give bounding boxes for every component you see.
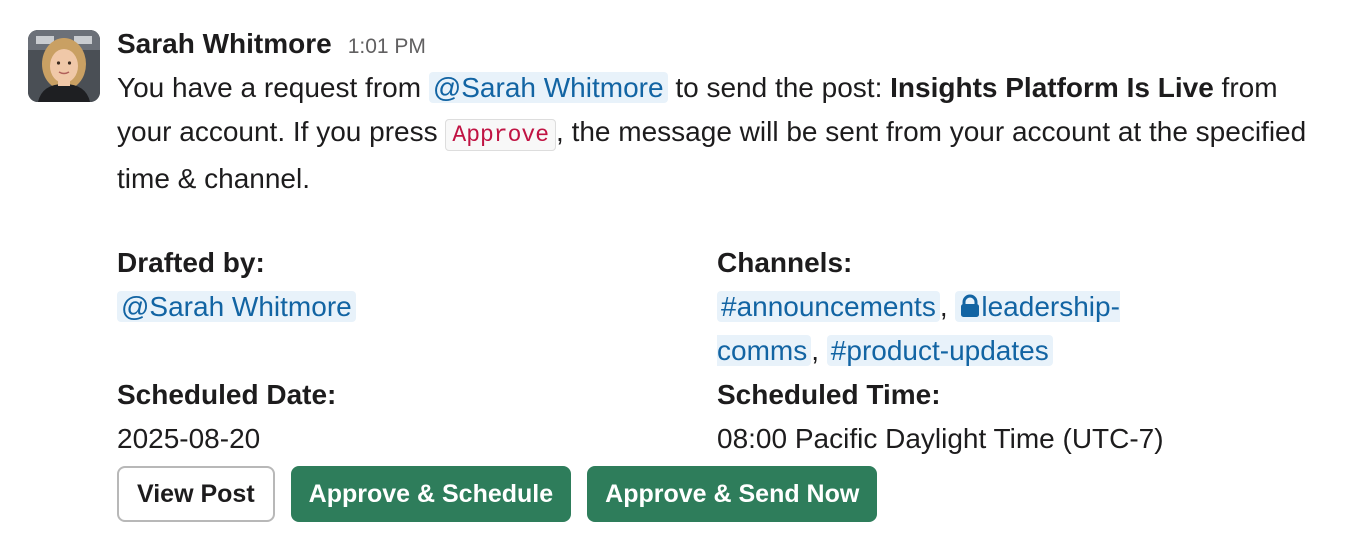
body-text-1: You have a request from (117, 72, 429, 103)
avatar[interactable] (28, 30, 100, 102)
channel-link[interactable]: #announcements (717, 291, 940, 322)
channel-list: #announcements, leadership-comms, #produ… (717, 285, 1197, 373)
field-value: 08:00 Pacific Daylight Time (UTC-7) (717, 423, 1164, 454)
action-buttons: View Post Approve & Schedule Approve & S… (117, 466, 878, 522)
field-drafted-by: Drafted by: @Sarah Whitmore (117, 241, 707, 329)
field-value: 2025-08-20 (117, 423, 261, 454)
field-label: Scheduled Date: (117, 379, 337, 410)
field-scheduled-date: Scheduled Date: 2025-08-20 (117, 373, 707, 461)
field-label: Channels: (717, 247, 853, 278)
separator: , (811, 335, 827, 366)
field-scheduled-time: Scheduled Time: 08:00 Pacific Daylight T… (717, 373, 1307, 461)
field-value: @Sarah Whitmore (117, 285, 707, 329)
message-header: Sarah Whitmore 1:01 PM (117, 28, 1337, 62)
details-fields: Drafted by: @Sarah Whitmore Channels: #a… (117, 241, 1337, 465)
post-title: Insights Platform Is Live (890, 72, 1214, 103)
body-text-2: to send the post: (667, 72, 891, 103)
lock-icon (961, 294, 980, 317)
view-post-button[interactable]: View Post (117, 466, 275, 522)
timestamp[interactable]: 1:01 PM (348, 35, 426, 59)
sender-name[interactable]: Sarah Whitmore (117, 28, 332, 60)
message-content: Sarah Whitmore 1:01 PM You have a reques… (117, 28, 1337, 522)
user-mention[interactable]: @Sarah Whitmore (117, 291, 356, 322)
user-portrait-icon (28, 30, 100, 102)
approve-send-now-button[interactable]: Approve & Send Now (587, 466, 878, 522)
user-mention[interactable]: @Sarah Whitmore (428, 72, 668, 103)
field-label: Drafted by: (117, 247, 265, 278)
separator: , (939, 291, 956, 322)
field-label: Scheduled Time: (717, 379, 941, 410)
inline-code: Approve (445, 119, 557, 151)
channel-link[interactable]: #product-updates (826, 335, 1053, 366)
message-body: You have a request from @Sarah Whitmore … (117, 66, 1337, 201)
approve-schedule-button[interactable]: Approve & Schedule (290, 466, 572, 522)
field-channels: Channels: #announcements, leadership-com… (717, 241, 1197, 373)
